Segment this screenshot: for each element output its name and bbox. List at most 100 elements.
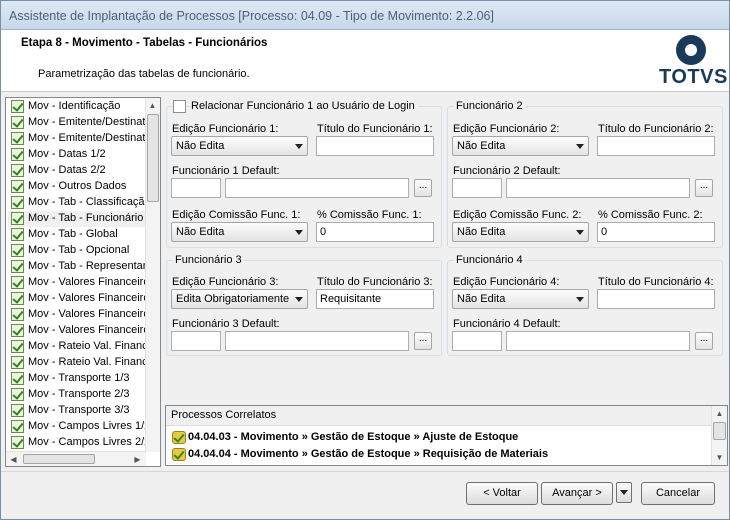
default-func-1-label: Funcionário 1 Default: (172, 165, 280, 177)
step-item[interactable]: Mov - Valores Financeiro (8, 291, 146, 307)
step-item[interactable]: Mov - Campos Livres 2/2 (8, 435, 146, 451)
step-item[interactable]: Mov - Emitente/Destinat (8, 115, 146, 131)
step-item[interactable]: Mov - Valores Financeiro (8, 323, 146, 339)
edit-comm-1-label: Edição Comissão Func. 1: (172, 209, 301, 221)
step-item[interactable]: Mov - Transporte 2/3 (8, 387, 146, 403)
checkmark-icon (11, 164, 24, 177)
next-options-chevron-down-icon[interactable] (616, 482, 632, 503)
step-list-vertical-scrollbar[interactable]: ▲ (145, 98, 160, 452)
edit-func-1-label: Edição Funcionário 1: (172, 123, 279, 135)
step-item[interactable]: Mov - Emitente/Destinat (8, 131, 146, 147)
default-func-2-label: Funcionário 2 Default: (453, 165, 561, 177)
edit-comm-2-select[interactable]: Não Edita (452, 222, 589, 242)
step-list[interactable]: Mov - Identificação Mov - Emitente/Desti… (5, 97, 161, 467)
edit-comm-1-select[interactable]: Não Edita (171, 222, 308, 242)
scroll-thumb[interactable] (147, 114, 159, 202)
title-func-3-input[interactable]: Requisitante (316, 289, 434, 309)
funcionario-4-legend: Funcionário 4 (454, 254, 525, 266)
edit-func-2-label: Edição Funcionário 2: (453, 123, 560, 135)
step-list-horizontal-scrollbar[interactable]: ◀ ▶ (6, 451, 146, 466)
scroll-down-icon[interactable]: ▼ (713, 451, 726, 464)
default-func-3-label: Funcionário 3 Default: (172, 318, 280, 330)
edit-func-3-label: Edição Funcionário 3: (172, 276, 279, 288)
lookup-func-3-button[interactable]: ... (414, 332, 432, 350)
default-func-2-name-input[interactable] (506, 178, 690, 198)
comm-func-1-input[interactable]: 0 (316, 222, 434, 242)
step-item-selected[interactable]: Mov - Tab - Funcionário (8, 211, 146, 227)
scroll-thumb[interactable] (713, 422, 726, 440)
edit-func-4-select[interactable]: Não Edita (452, 289, 589, 309)
default-func-2-code-input[interactable] (452, 178, 502, 198)
checkmark-icon (11, 132, 24, 145)
checkmark-icon (11, 212, 24, 225)
checkmark-icon (11, 228, 24, 241)
scroll-thumb[interactable] (23, 454, 95, 464)
scroll-right-icon[interactable]: ▶ (131, 453, 144, 466)
window-title: Assistente de Implantação de Processos [… (1, 1, 729, 30)
process-check-icon (172, 431, 186, 444)
step-item[interactable]: Mov - Tab - Opcional (8, 243, 146, 259)
related-process-link[interactable]: 04.04.03 - Movimento » Gestão de Estoque… (170, 430, 518, 447)
step-item[interactable]: Mov - Transporte 3/3 (8, 403, 146, 419)
checkmark-icon (11, 148, 24, 161)
step-item[interactable]: Mov - Valores Financeiro (8, 307, 146, 323)
scroll-left-icon[interactable]: ◀ (7, 453, 20, 466)
edit-func-1-select[interactable]: Não Edita (171, 136, 308, 156)
footer-divider (1, 471, 729, 472)
chevron-down-icon (576, 144, 584, 149)
link-login-label: Relacionar Funcionário 1 ao Usuário de L… (191, 100, 418, 112)
lookup-func-1-button[interactable]: ... (414, 179, 432, 197)
chevron-down-icon (295, 230, 303, 235)
funcionario-3-legend: Funcionário 3 (173, 254, 244, 266)
step-title: Etapa 8 - Movimento - Tabelas - Funcioná… (21, 37, 268, 49)
related-process-link[interactable]: 04.04.04 - Movimento » Gestão de Estoque… (170, 447, 548, 464)
default-func-1-name-input[interactable] (225, 178, 409, 198)
checkmark-icon (11, 436, 24, 449)
checkmark-icon (11, 420, 24, 433)
title-func-3-label: Título do Funcionário 3: (317, 276, 433, 288)
step-item[interactable]: Mov - Datas 1/2 (8, 147, 146, 163)
edit-func-2-select[interactable]: Não Edita (452, 136, 589, 156)
checkmark-icon (11, 180, 24, 193)
step-item[interactable]: Mov - Campos Livres 1/2 (8, 419, 146, 435)
step-item[interactable]: Mov - Tab - Classificação (8, 195, 146, 211)
next-button[interactable]: Avançar > (541, 482, 613, 505)
title-func-1-input[interactable] (316, 136, 434, 156)
step-item[interactable]: Mov - Datas 2/2 (8, 163, 146, 179)
step-item[interactable]: Mov - Rateio Val. Financ (8, 355, 146, 371)
default-func-4-name-input[interactable] (506, 331, 690, 351)
default-func-4-code-input[interactable] (452, 331, 502, 351)
default-func-3-code-input[interactable] (171, 331, 221, 351)
default-func-1-code-input[interactable] (171, 178, 221, 198)
checkmark-icon (11, 388, 24, 401)
scroll-up-icon[interactable]: ▲ (713, 407, 726, 420)
checkmark-icon (11, 116, 24, 129)
cancel-button[interactable]: Cancelar (641, 482, 715, 505)
comm-func-2-input[interactable]: 0 (597, 222, 715, 242)
chevron-down-icon (576, 297, 584, 302)
checkmark-icon (11, 324, 24, 337)
back-button[interactable]: < Voltar (466, 482, 538, 505)
checkmark-icon (11, 276, 24, 289)
checkmark-icon (11, 372, 24, 385)
step-item[interactable]: Mov - Tab - Global (8, 227, 146, 243)
checkmark-icon (11, 308, 24, 321)
lookup-func-4-button[interactable]: ... (695, 332, 713, 350)
step-item[interactable]: Mov - Valores Financeiro (8, 275, 146, 291)
title-func-4-input[interactable] (597, 289, 715, 309)
title-func-2-input[interactable] (597, 136, 715, 156)
related-processes-scrollbar[interactable]: ▲ ▼ (711, 406, 727, 465)
related-processes-panel: Processos Correlatos 04.04.03 - Moviment… (165, 405, 728, 466)
step-item[interactable]: Mov - Rateio Val. Financ (8, 339, 146, 355)
step-item[interactable]: Mov - Identificação (8, 99, 146, 115)
scroll-up-icon[interactable]: ▲ (146, 99, 159, 112)
step-item[interactable]: Mov - Tab - Representan (8, 259, 146, 275)
wizard-window: Assistente de Implantação de Processos [… (0, 0, 730, 520)
default-func-3-name-input[interactable] (225, 331, 409, 351)
edit-func-3-select[interactable]: Edita Obrigatoriamente (171, 289, 308, 309)
step-item[interactable]: Mov - Transporte 1/3 (8, 371, 146, 387)
title-func-4-label: Título do Funcionário 4: (598, 276, 714, 288)
link-login-checkbox[interactable] (173, 100, 186, 113)
step-item[interactable]: Mov - Outros Dados (8, 179, 146, 195)
lookup-func-2-button[interactable]: ... (695, 179, 713, 197)
